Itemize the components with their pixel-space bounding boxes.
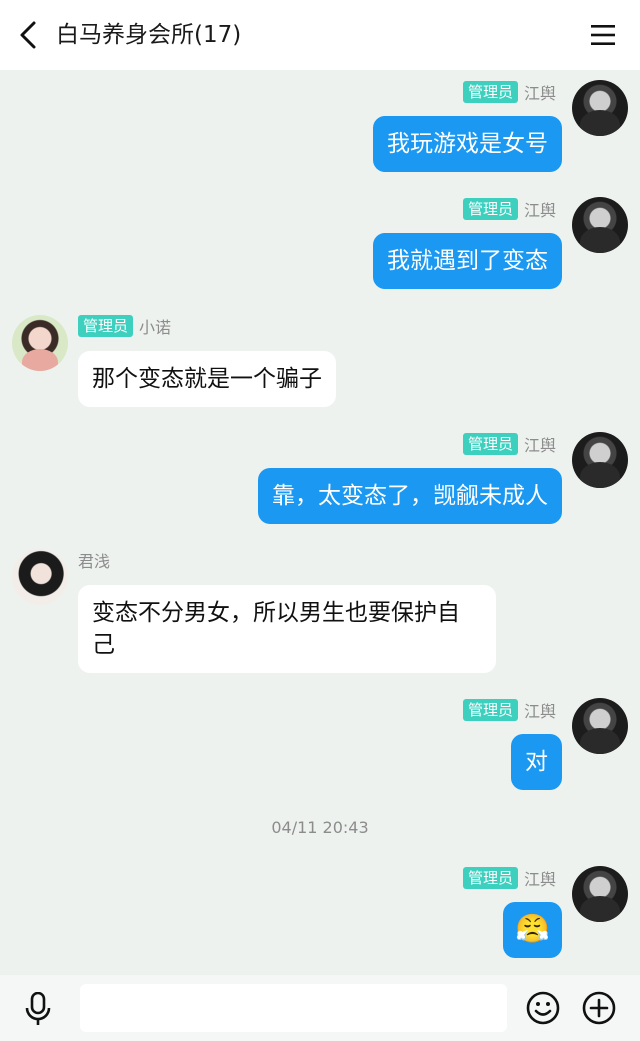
sender-name: 江舆 [523, 436, 556, 455]
avatar[interactable] [572, 80, 628, 136]
avatar[interactable] [572, 698, 628, 754]
sender-name: 江舆 [523, 201, 556, 220]
avatar[interactable] [12, 549, 68, 605]
sender-meta: 管理员 小诺 [78, 315, 171, 337]
sender-name: 江舆 [523, 84, 556, 103]
message-bubble[interactable]: 我玩游戏是女号 [373, 116, 562, 172]
avatar[interactable] [12, 315, 68, 371]
sender-meta: 管理员 江舆 [462, 867, 556, 889]
admin-badge: 管理员 [78, 315, 134, 337]
admin-badge: 管理员 [462, 81, 518, 103]
avatar[interactable] [572, 866, 628, 922]
avatar[interactable] [572, 432, 628, 488]
admin-badge: 管理员 [462, 699, 518, 721]
plus-circle-icon[interactable] [582, 991, 616, 1025]
emoji-bubble[interactable]: 😤 [503, 902, 562, 958]
hamburger-menu-icon[interactable] [590, 22, 616, 48]
sender-meta: 君浅 [78, 549, 110, 571]
message-bubble[interactable]: 变态不分男女，所以男生也要保护自己 [78, 585, 496, 673]
sender-name: 君浅 [78, 552, 111, 571]
composer-bar [0, 975, 640, 1041]
message-bubble[interactable]: 那个变态就是一个骗子 [78, 351, 336, 407]
sender-name: 小诺 [139, 318, 172, 337]
chevron-left-icon[interactable] [14, 20, 44, 50]
message-bubble[interactable]: 我就遇到了变态 [373, 233, 562, 289]
huffing-face-icon: 😤 [515, 912, 550, 945]
timestamp: 04/11 20:43 [271, 818, 369, 837]
avatar[interactable] [572, 197, 628, 253]
sender-name: 江舆 [523, 870, 556, 889]
chat-header: 白马养身会所(17) [0, 0, 640, 70]
microphone-icon[interactable] [23, 992, 53, 1026]
sender-name: 江舆 [523, 702, 556, 721]
admin-badge: 管理员 [462, 198, 518, 220]
admin-badge: 管理员 [462, 433, 518, 455]
sender-meta: 管理员 江舆 [462, 81, 556, 103]
sender-meta: 管理员 江舆 [462, 699, 556, 721]
message-bubble[interactable]: 对 [511, 734, 562, 790]
sender-meta: 管理员 江舆 [462, 433, 556, 455]
message-input[interactable] [80, 984, 507, 1032]
smiley-icon[interactable] [526, 991, 560, 1025]
sender-meta: 管理员 江舆 [462, 198, 556, 220]
message-list[interactable]: 管理员 江舆 我玩游戏是女号 管理员 江舆 我就遇到了变态 管理员 小诺 那个变… [0, 70, 640, 975]
admin-badge: 管理员 [462, 867, 518, 889]
chat-title: 白马养身会所(17) [56, 22, 242, 48]
message-bubble[interactable]: 靠，太变态了，觊觎未成人 [258, 468, 562, 524]
